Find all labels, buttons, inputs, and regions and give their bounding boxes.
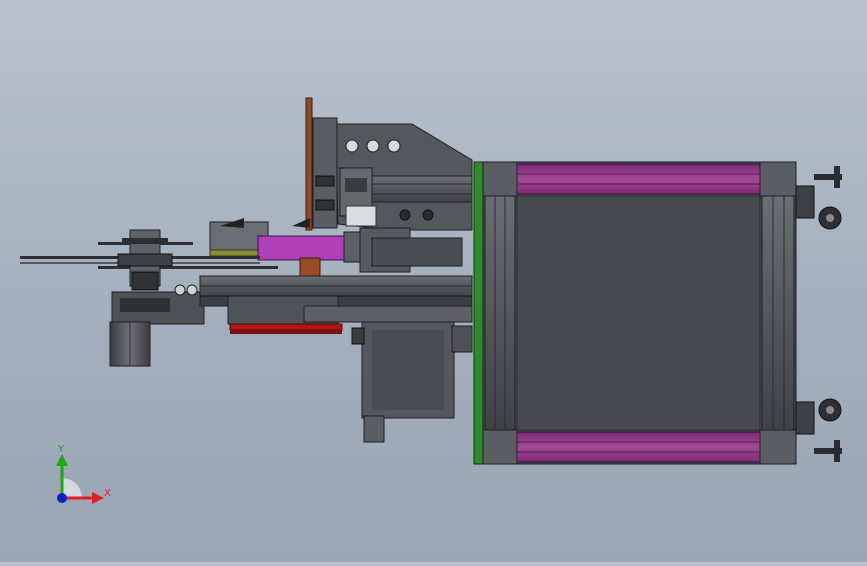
cad-viewport[interactable]: Y X [0, 0, 867, 562]
copper-plate-vertical [305, 97, 313, 231]
bracket-bolt [399, 209, 411, 221]
roller-assembly [117, 229, 173, 291]
y-axis-head [56, 454, 68, 466]
white-fixture [345, 205, 377, 227]
y-axis-label: Y [57, 444, 65, 455]
frame-corner [759, 429, 797, 465]
frame-purple-top [516, 163, 761, 195]
frame-corner [759, 161, 797, 197]
main-frame [482, 161, 797, 465]
frame-post-left [484, 195, 516, 431]
drive-motor-left [109, 284, 205, 367]
frame-corner [482, 429, 518, 465]
caster-top [795, 166, 842, 230]
upper-rail [371, 175, 473, 203]
frame-corner [482, 161, 518, 197]
x-axis-label: X [104, 488, 111, 499]
red-bar [229, 323, 343, 331]
bracket-hole [366, 139, 380, 153]
caster-bottom [795, 398, 842, 462]
pneumatic-cylinder [257, 235, 345, 261]
frame-post-right [761, 195, 795, 431]
bracket-bolt [422, 209, 434, 221]
x-axis-head [92, 492, 104, 504]
green-mounting-plate [473, 161, 484, 465]
drive-motor-lower [351, 321, 473, 443]
z-axis-dot [57, 493, 67, 503]
frame-purple-bottom [516, 431, 761, 463]
machine-drawing: Y X [20, 97, 842, 504]
bracket-hole [387, 139, 401, 153]
bracket-hole [345, 139, 359, 153]
coordinate-triad: Y X [56, 444, 111, 504]
